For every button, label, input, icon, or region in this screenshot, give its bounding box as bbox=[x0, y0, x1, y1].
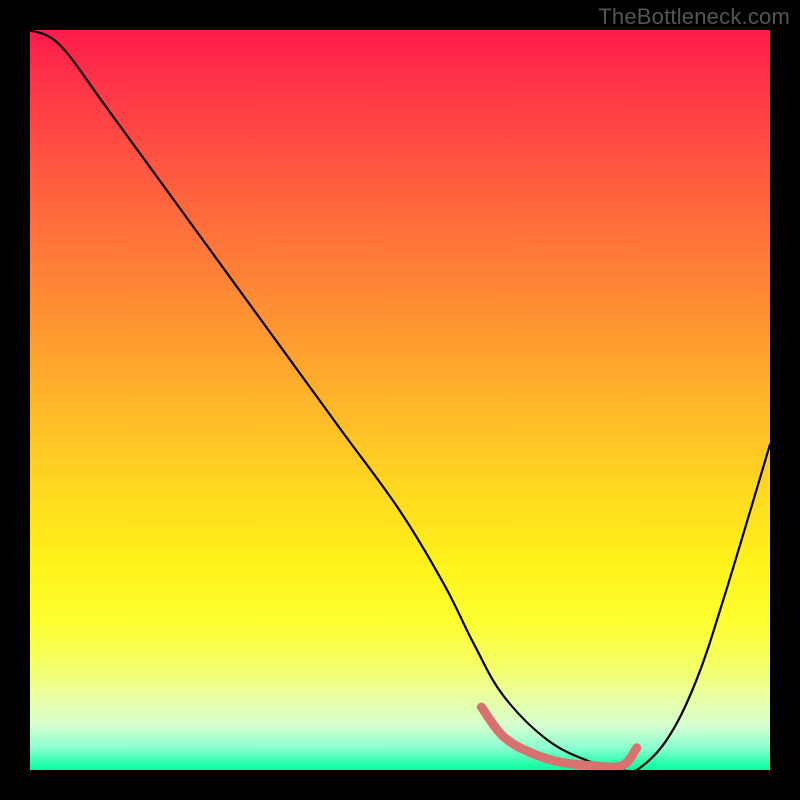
chart-plot-area bbox=[30, 30, 770, 770]
chart-curve-svg bbox=[30, 30, 770, 770]
highlight-segment-line bbox=[481, 707, 636, 767]
main-curve-line bbox=[30, 30, 770, 770]
watermark-text: TheBottleneck.com bbox=[598, 4, 790, 30]
